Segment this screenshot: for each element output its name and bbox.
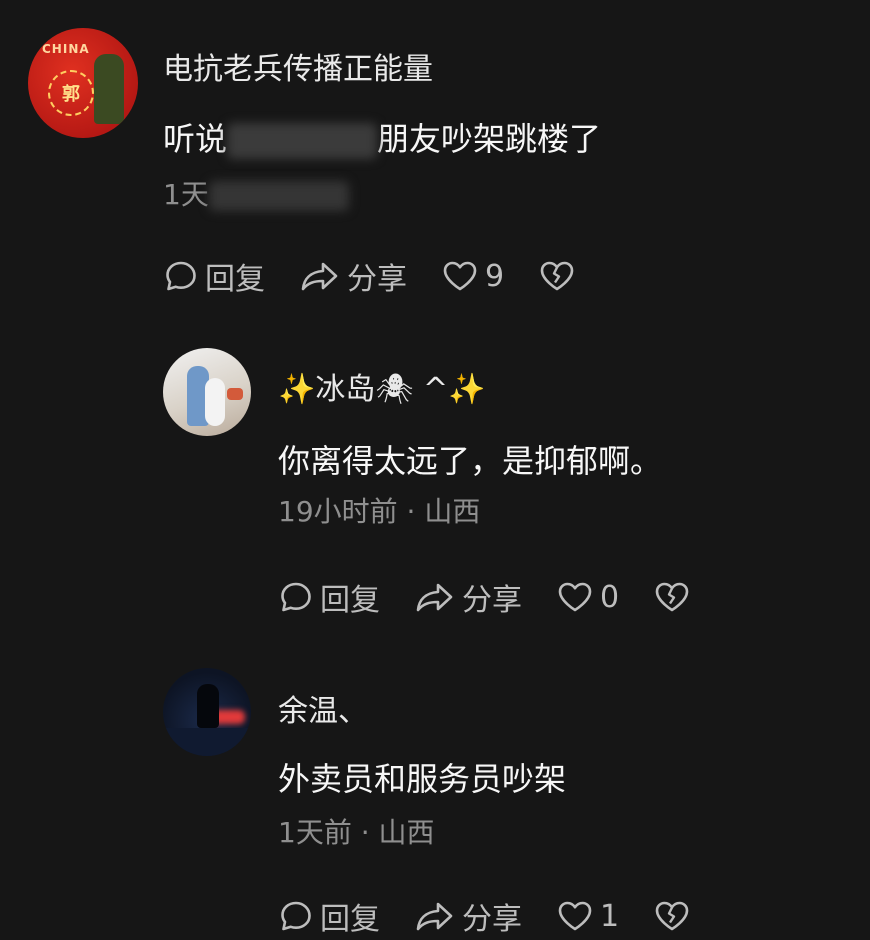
share-label: 分享 bbox=[462, 583, 522, 618]
like-count: 9 bbox=[485, 258, 505, 294]
comment-bubble-icon bbox=[281, 901, 311, 931]
heart-icon bbox=[443, 261, 477, 291]
dislike-button[interactable] bbox=[653, 579, 691, 615]
username[interactable]: ✨冰岛🕷 ^✨ bbox=[278, 364, 485, 408]
reply-label: 回复 bbox=[205, 262, 265, 297]
avatar[interactable] bbox=[163, 668, 251, 756]
like-count: 1 bbox=[600, 898, 620, 934]
comment-bubble-icon bbox=[166, 261, 196, 291]
soldier-figure bbox=[94, 54, 124, 124]
dislike-button[interactable] bbox=[653, 898, 691, 934]
comment-text-start: 听说 bbox=[163, 120, 228, 158]
reply-button[interactable]: 回复 bbox=[278, 575, 380, 619]
share-label: 分享 bbox=[462, 902, 522, 937]
username[interactable]: 电抗老兵传播正能量 bbox=[163, 44, 433, 88]
reply-label: 回复 bbox=[320, 583, 380, 618]
comment-text-end: 朋友吵架跳楼了 bbox=[377, 120, 602, 158]
avatar[interactable] bbox=[163, 348, 251, 436]
avatar[interactable]: CHINA 郭 bbox=[28, 28, 138, 138]
heart-icon bbox=[558, 582, 592, 612]
comment-actions: 回复 分享 1 bbox=[278, 894, 691, 938]
reply-button[interactable]: 回复 bbox=[278, 894, 380, 938]
heart-icon bbox=[558, 901, 592, 931]
broken-heart-icon bbox=[655, 901, 689, 931]
meta-start: 1天 bbox=[163, 178, 209, 211]
share-arrow-icon bbox=[301, 262, 338, 291]
avatar-road bbox=[163, 728, 251, 756]
share-arrow-icon bbox=[416, 583, 453, 612]
share-arrow-icon bbox=[416, 902, 453, 931]
like-button[interactable]: 0 bbox=[556, 579, 619, 615]
comment-actions: 回复 分享 9 bbox=[163, 254, 576, 298]
reply-label: 回复 bbox=[320, 902, 380, 937]
comment-text: 外卖员和服务员吵架 bbox=[278, 760, 567, 798]
avatar-banner: CHINA bbox=[42, 42, 90, 56]
share-label: 分享 bbox=[347, 262, 407, 297]
comment-meta: 19小时前 · 山西 bbox=[278, 495, 481, 528]
like-count: 0 bbox=[600, 579, 620, 615]
dislike-button[interactable] bbox=[538, 258, 576, 294]
comment-bubble-icon bbox=[281, 582, 311, 612]
comment-text: 你离得太远了，是抑郁啊。 bbox=[278, 442, 663, 480]
redacted-meta bbox=[208, 181, 349, 211]
share-button[interactable]: 分享 bbox=[414, 894, 522, 938]
like-button[interactable]: 9 bbox=[441, 258, 504, 294]
avatar-figure-2 bbox=[205, 378, 225, 426]
like-button[interactable]: 1 bbox=[556, 898, 619, 934]
share-button[interactable]: 分享 bbox=[299, 254, 407, 298]
comment-meta: 1天前 · 山西 bbox=[278, 816, 435, 849]
username[interactable]: 余温、 bbox=[278, 686, 368, 730]
avatar-seal-text: 郭 bbox=[62, 84, 80, 105]
avatar-figure bbox=[197, 684, 219, 728]
avatar-seal: 郭 bbox=[48, 70, 94, 116]
reply-button[interactable]: 回复 bbox=[163, 254, 265, 298]
broken-heart-icon bbox=[540, 261, 574, 291]
comment-meta: 1天 bbox=[163, 173, 349, 213]
redacted-text bbox=[227, 123, 378, 159]
share-button[interactable]: 分享 bbox=[414, 575, 522, 619]
comment-text: 听说 朋友吵架跳楼了 bbox=[163, 114, 601, 160]
comment-actions: 回复 分享 0 bbox=[278, 575, 691, 619]
avatar-accent bbox=[227, 388, 243, 400]
broken-heart-icon bbox=[655, 582, 689, 612]
